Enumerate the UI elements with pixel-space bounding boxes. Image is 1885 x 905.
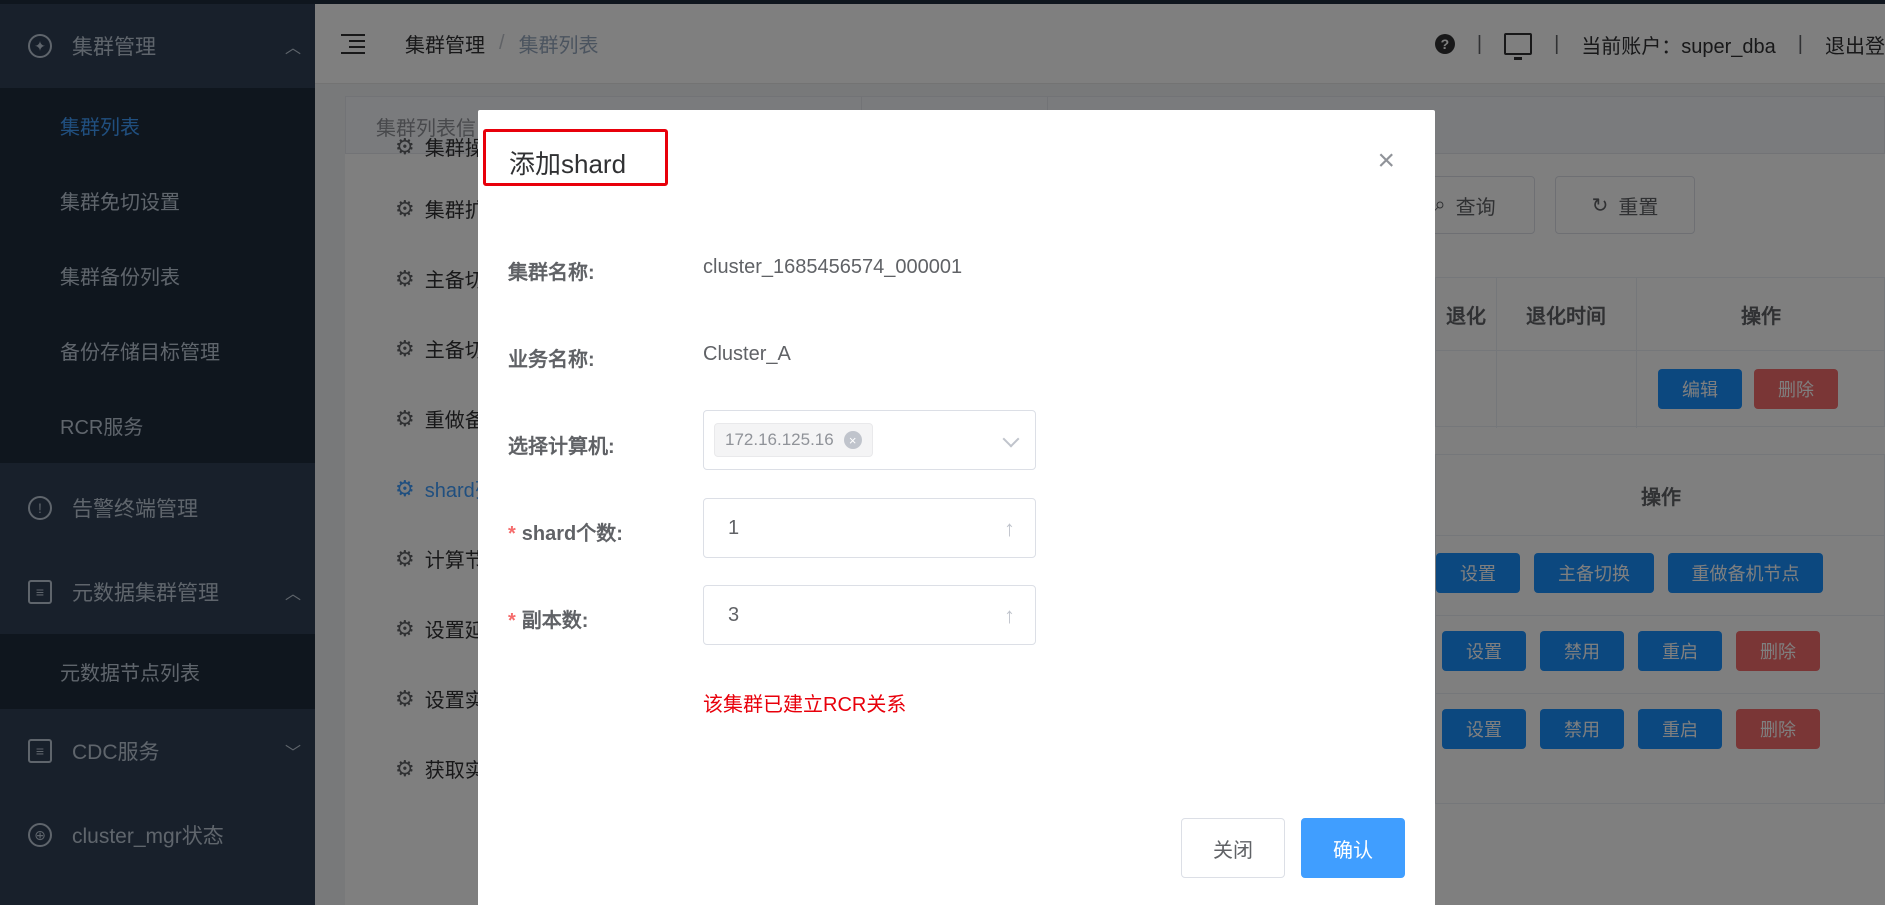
machine-tag-label: 172.16.125.16 (725, 430, 834, 449)
machine-label: 选择计算机: (508, 436, 615, 458)
tag-close-icon[interactable]: × (843, 431, 862, 449)
cluster-name-label: 集群名称: (508, 262, 595, 284)
machine-select[interactable]: 172.16.125.16 × (703, 410, 1036, 470)
cluster-name-value: cluster_1685456574_000001 (703, 256, 963, 278)
close-icon[interactable]: × (1377, 146, 1395, 176)
replica-label: * 副本数: (508, 604, 588, 633)
close-button[interactable]: 关闭 (1181, 818, 1285, 878)
business-name-value: Cluster_A (703, 343, 791, 365)
rcr-warning: 该集群已建立RCR关系 (703, 694, 907, 716)
required-mark: * (508, 523, 516, 545)
arrow-up-icon[interactable]: ↑ (1004, 603, 1015, 629)
replica-input[interactable]: 3 ↑ (703, 585, 1036, 645)
add-shard-dialog: 添加shard × 集群名称: cluster_1685456574_00000… (478, 110, 1435, 905)
business-name-label: 业务名称: (508, 349, 595, 371)
required-mark: * (508, 610, 516, 632)
label-text: 副本数: (521, 610, 589, 632)
shard-count-input[interactable]: 1 ↑ (703, 498, 1036, 558)
chevron-down-icon (1002, 430, 1020, 448)
shard-count-label: * shard个数: (508, 517, 623, 546)
replica-value: 3 (728, 603, 740, 626)
arrow-up-icon[interactable]: ↑ (1004, 516, 1015, 542)
label-text: shard个数: (521, 523, 623, 545)
shard-count-value: 1 (728, 516, 740, 539)
machine-tag: 172.16.125.16 × (714, 423, 873, 457)
dialog-title: 添加shard (509, 149, 627, 179)
confirm-button[interactable]: 确认 (1301, 818, 1405, 878)
